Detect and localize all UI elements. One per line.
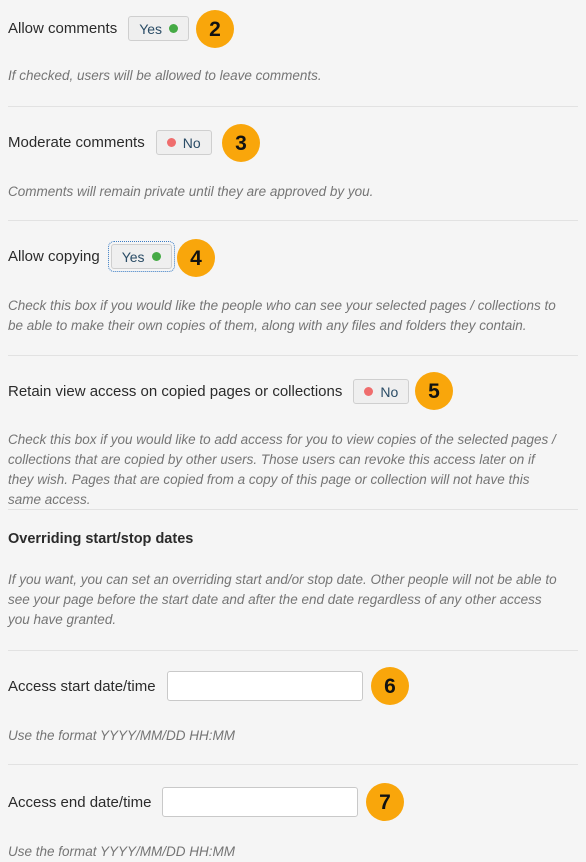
retain-view-access-label: Retain view access on copied pages or co… <box>8 383 343 400</box>
moderate-comments-toggle[interactable]: No <box>155 130 212 155</box>
allow-comments-toggle[interactable]: Yes <box>128 16 190 41</box>
divider <box>8 764 578 765</box>
field-access-start: Access start date/time <box>0 671 586 701</box>
field-retain-view-access: Retain view access on copied pages or co… <box>0 379 586 404</box>
moderate-comments-row: Moderate comments No <box>8 130 578 155</box>
allow-copying-help: Check this box if you would like the peo… <box>8 298 556 333</box>
allow-copying-toggle-value: Yes <box>121 248 145 265</box>
access-end-help: Use the format YYYY/MM/DD HH:MM <box>8 844 236 859</box>
access-start-input[interactable] <box>166 671 363 701</box>
access-start-label: Access start date/time <box>8 677 156 695</box>
moderate-comments-help: Comments will remain private until they … <box>8 184 374 199</box>
access-start-help: Use the format YYYY/MM/DD HH:MM <box>8 728 236 743</box>
field-moderate-comments: Moderate comments No <box>0 130 586 155</box>
divider <box>8 106 578 107</box>
overriding-dates-heading: Overriding start/stop dates <box>8 531 194 547</box>
divider <box>8 650 578 651</box>
callout-badge-4: 4 <box>177 239 215 277</box>
moderate-comments-toggle-value: No <box>182 134 201 151</box>
field-access-end: Access end date/time <box>0 787 586 817</box>
allow-comments-help: If checked, users will be allowed to lea… <box>8 68 322 83</box>
retain-view-access-row: Retain view access on copied pages or co… <box>8 379 578 404</box>
allow-copying-row: Allow copying Yes <box>8 241 578 272</box>
allow-copying-toggle[interactable]: Yes <box>107 241 175 272</box>
allow-copying-label: Allow copying <box>8 248 100 265</box>
access-end-label: Access end date/time <box>8 793 152 811</box>
retain-view-access-help: Check this box if you would like to add … <box>8 432 556 507</box>
callout-badge-3: 3 <box>222 124 260 162</box>
callout-badge-2: 2 <box>196 10 234 48</box>
moderate-comments-label: Moderate comments <box>8 134 145 151</box>
access-end-row: Access end date/time <box>8 787 578 817</box>
allow-comments-toggle-value: Yes <box>139 20 163 37</box>
retain-view-access-toggle[interactable]: No <box>353 379 410 404</box>
status-dot-icon <box>169 24 179 33</box>
retain-view-access-toggle-value: No <box>380 383 399 400</box>
status-dot-icon <box>364 387 374 396</box>
allow-comments-row: Allow comments Yes <box>8 16 578 41</box>
status-dot-icon <box>166 138 176 147</box>
field-allow-copying: Allow copying Yes <box>0 241 586 272</box>
field-allow-comments: Allow comments Yes <box>0 16 586 41</box>
divider <box>8 355 578 356</box>
callout-badge-7: 7 <box>366 783 404 821</box>
access-end-input[interactable] <box>162 787 359 817</box>
allow-comments-label: Allow comments <box>8 20 118 37</box>
status-dot-icon <box>151 252 161 261</box>
access-start-row: Access start date/time <box>8 671 578 701</box>
callout-badge-6: 6 <box>371 667 409 705</box>
divider <box>8 509 578 510</box>
divider <box>8 220 578 221</box>
callout-badge-5: 5 <box>415 372 453 410</box>
overriding-dates-description: If you want, you can set an overriding s… <box>8 572 557 627</box>
access-settings-panel: Allow comments Yes 2 If checked, users w… <box>0 0 586 860</box>
